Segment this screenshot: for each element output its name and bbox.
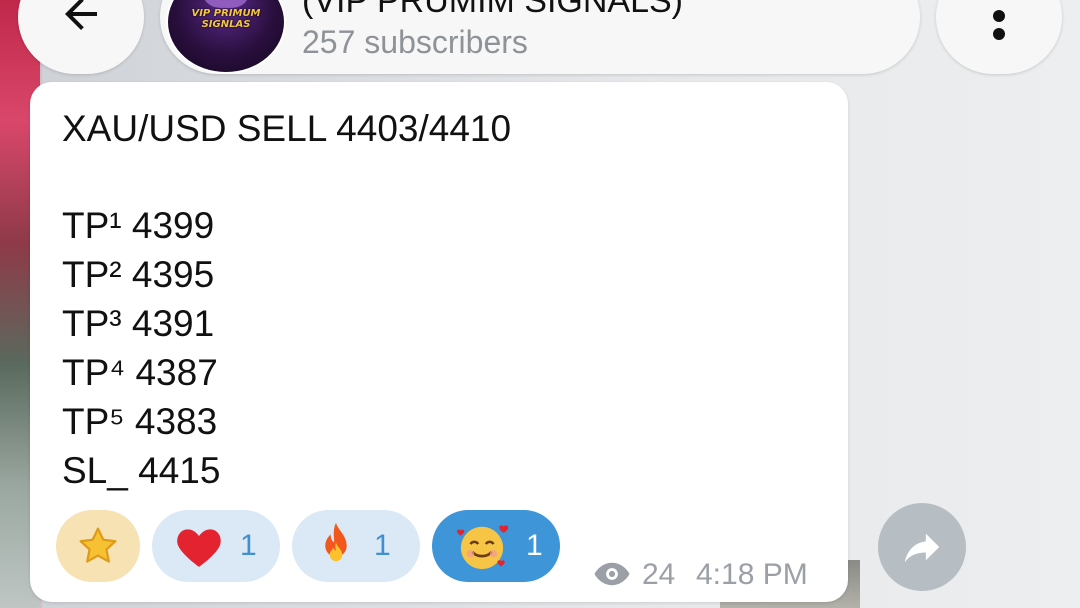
message-time: 4:18 PM [696,558,808,591]
eye-icon [594,562,630,586]
share-arrow-icon [904,533,940,563]
channel-title: (VIP PRUMIM SIGNALS) [302,0,683,20]
avatar-logo-text: VIP PRIMUM SIGNLAS [191,8,261,30]
reaction-count: 1 [526,529,543,562]
reaction-count: 1 [374,529,391,562]
fire-icon [325,522,347,562]
forward-button[interactable] [878,503,966,591]
heart-icon [177,529,221,567]
reaction-heart[interactable]: 1 [152,510,280,582]
message-line: TP³ 4391 [62,303,215,344]
more-vert-icon-dot [993,28,1005,40]
arrow-left-icon [65,0,97,30]
star-icon [79,527,117,563]
message-line: TP⁵ 4383 [62,401,218,442]
message-line: TP² 4395 [62,254,215,295]
reaction-smiling-face-with-hearts[interactable]: 1 [432,510,560,582]
view-count: 24 [642,558,676,591]
reaction-fire[interactable]: 1 [292,510,420,582]
smiling-face-with-hearts-icon [456,525,509,570]
avatar-logo-mask [204,0,248,8]
reaction-count: 1 [240,529,257,562]
reaction-star[interactable] [56,510,140,582]
more-vert-icon [993,10,1005,22]
message-line: SL_ 4415 [62,450,221,491]
message-line: TP⁴ 4387 [62,352,218,393]
message-line: XAU/USD SELL 4403/4410 [62,108,512,149]
message-line: TP¹ 4399 [62,205,215,246]
more-options-button[interactable] [936,0,1062,74]
subscriber-count: 257 subscribers [302,24,528,60]
